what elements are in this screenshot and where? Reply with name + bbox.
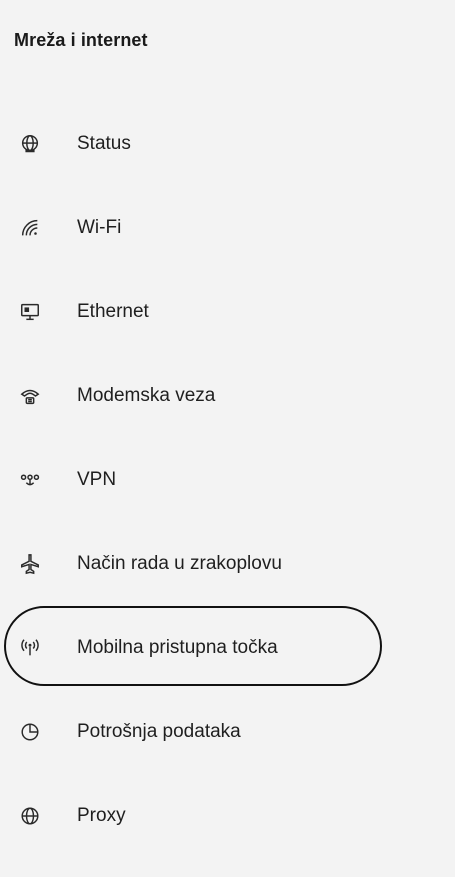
nav-item-mobile-hotspot[interactable]: Mobilna pristupna točka <box>0 606 455 690</box>
nav-item-label: Wi-Fi <box>77 217 122 238</box>
globe-status-icon <box>18 132 42 156</box>
nav-item-label: Proxy <box>77 805 126 826</box>
nav-item-status[interactable]: Status <box>0 102 455 186</box>
nav-item-label: Ethernet <box>77 301 149 322</box>
nav-item-label: Modemska veza <box>77 385 216 406</box>
nav-item-vpn[interactable]: VPN <box>0 438 455 522</box>
ethernet-icon <box>18 300 42 324</box>
airplane-icon <box>18 552 42 576</box>
nav-item-label: Način rada u zrakoplovu <box>77 553 282 574</box>
nav-item-label: Status <box>77 133 131 154</box>
nav-item-proxy[interactable]: Proxy <box>0 774 455 858</box>
wifi-icon <box>18 216 42 240</box>
nav-item-dialup[interactable]: Modemska veza <box>0 354 455 438</box>
nav-item-airplane-mode[interactable]: Način rada u zrakoplovu <box>0 522 455 606</box>
nav-item-data-usage[interactable]: Potrošnja podataka <box>0 690 455 774</box>
nav-item-label: Potrošnja podataka <box>77 721 241 742</box>
nav-item-label: Mobilna pristupna točka <box>77 637 278 658</box>
settings-nav-panel: Mreža i internet Status Wi-Fi Ethernet M… <box>0 0 455 877</box>
dialup-phone-icon <box>18 384 42 408</box>
globe-proxy-icon <box>18 804 42 828</box>
data-usage-icon <box>18 720 42 744</box>
panel-title: Mreža i internet <box>14 30 148 50</box>
nav-item-wifi[interactable]: Wi-Fi <box>0 186 455 270</box>
nav-item-label: VPN <box>77 469 117 490</box>
nav-list: Status Wi-Fi Ethernet Modemska veza VPN … <box>0 102 455 858</box>
vpn-icon <box>18 468 42 492</box>
nav-item-ethernet[interactable]: Ethernet <box>0 270 455 354</box>
hotspot-icon <box>18 636 42 660</box>
